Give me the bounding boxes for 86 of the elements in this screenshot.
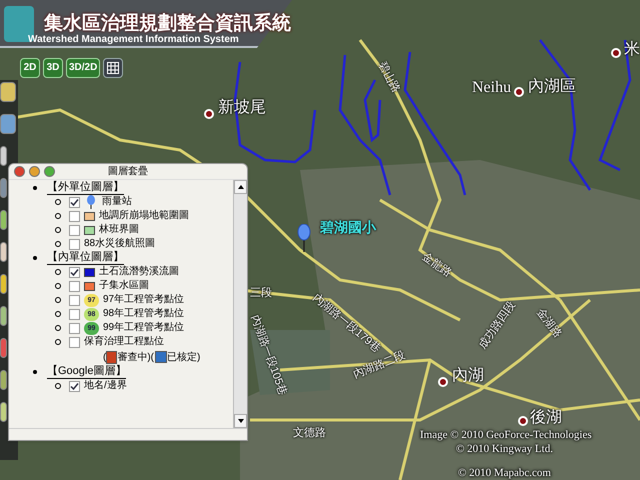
legend-label: 審查中 [117,350,148,364]
tool-icon[interactable] [0,146,7,166]
view-mode-button[interactable]: 3D/2D [66,58,100,78]
road-label: 內湖路一段105巷 [248,314,288,398]
circle-bullet-icon [55,227,61,233]
legend-bracket: )( [147,350,154,364]
tool-icon[interactable] [0,274,7,294]
tool-icon[interactable] [0,210,7,230]
layer-checkbox[interactable] [69,322,80,334]
view-mode-button[interactable]: 2D [20,58,40,78]
grid-button[interactable] [103,58,124,78]
circle-bullet-icon [55,283,61,289]
layer-checkbox[interactable] [69,308,80,320]
tool-icon[interactable] [0,242,7,262]
tool-icon[interactable] [0,114,16,134]
map-credit: Image © 2010 GeoForce-Technologies [420,430,592,441]
circle-bullet-icon [55,297,61,303]
tool-icon[interactable] [0,370,7,390]
place-label: 碧湖國小 [320,220,376,234]
map-pin-icon [86,195,96,209]
layer-label[interactable]: 地調所崩塌地範圍圖 [99,210,189,222]
tool-icon[interactable] [0,338,7,358]
scrollbar[interactable] [233,180,247,428]
legend-bracket: ( [103,350,106,364]
road-label: 內湖路一段179巷 [310,292,382,355]
circle-bullet-icon [55,325,61,331]
maximize-button[interactable] [44,166,55,177]
legend-bracket: ) [197,350,200,364]
layer-checkbox[interactable] [69,196,80,208]
panel-title: 圖層套疊 [108,166,148,177]
road-label: 碧山路 [376,60,402,95]
road-label: 金龍路 [420,252,454,280]
layer-label[interactable]: 土石流潛勢溪流圖 [99,266,179,278]
circle-bullet-icon [55,311,61,317]
tool-icon[interactable] [0,82,16,102]
grid-icon [107,62,120,74]
minimize-button[interactable] [29,166,40,177]
legend-label: 已核定 [167,350,198,364]
layer-checkbox[interactable] [69,336,80,348]
layer-group-heading: 【外單位圖層】 [47,181,124,195]
layer-checkbox[interactable] [69,238,80,250]
place-label: Neihu [472,80,512,96]
circle-bullet-icon [55,383,61,389]
close-button[interactable] [14,166,25,177]
layer-checkbox[interactable] [69,266,80,278]
road-label: 金湖路 [534,307,563,340]
circle-bullet-icon [55,339,61,345]
tool-icon[interactable] [0,178,7,198]
scroll-up-icon[interactable] [234,180,247,194]
layer-label[interactable]: 98年工程管考點位 [103,308,184,320]
circle-bullet-icon [55,199,61,205]
tool-icon[interactable] [0,402,7,422]
layer-label[interactable]: 子集水區圖 [99,280,149,292]
map-pin-icon [297,224,311,252]
layer-label[interactable]: 97年工程管考點位 [103,294,184,306]
bullet-icon [33,370,37,374]
layer-checkbox[interactable] [69,210,80,222]
layer-label[interactable]: 99年工程管考點位 [103,322,184,334]
bullet-icon [33,186,37,190]
layer-group-heading: 【Google圖層】 [47,365,126,379]
app-subtitle: Watershed Management Information System [28,35,239,45]
app-title: 集水區治理規劃整合資訊系統 [44,14,291,33]
bullet-icon [33,256,37,260]
review-pending-icon [106,350,118,364]
scroll-down-icon[interactable] [234,414,247,428]
layer-checkbox[interactable] [69,280,80,292]
layer-label[interactable]: 保育治理工程點位 [84,336,164,348]
circle-bullet-icon [55,213,61,219]
layer-label[interactable]: 地名/邊界 [84,380,127,392]
road-label: 成功路四段 [477,300,518,352]
road-label: 文德路 [293,428,326,439]
circle-bullet-icon [55,269,61,275]
circle-bullet-icon [55,241,61,247]
layer-label[interactable]: 雨量站 [102,196,132,208]
layer-group-heading: 【內單位圖層】 [47,251,124,265]
approved-icon [155,351,168,363]
map-credit: © 2010 Kingway Ltd. [456,444,553,455]
view-mode-button[interactable]: 3D [43,58,63,78]
layer-label[interactable]: 88水災後航照圖 [84,238,156,250]
layer-checkbox[interactable] [69,294,80,306]
layer-checkbox[interactable] [69,380,80,392]
tool-icon[interactable] [0,306,7,326]
layer-checkbox[interactable] [69,224,80,236]
layer-label[interactable]: 林班界圖 [99,224,139,236]
place-label: 後湖 [530,410,562,426]
map-credit: © 2010 Mapabc.com [458,468,551,479]
